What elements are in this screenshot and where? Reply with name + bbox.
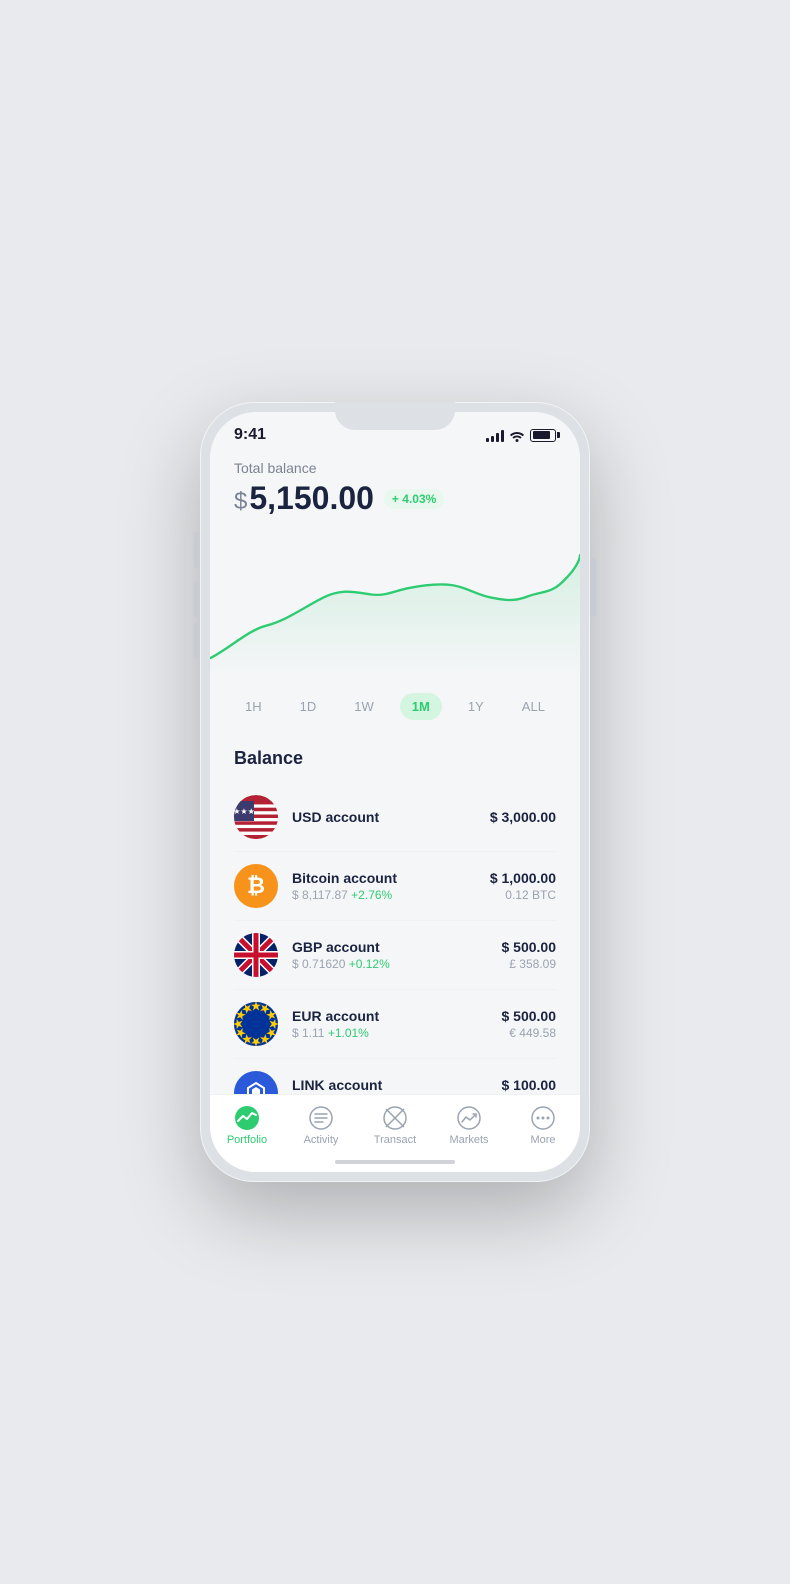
header-section: Total balance $5,150.00 + 4.03% xyxy=(210,450,580,517)
nav-more[interactable]: More xyxy=(513,1105,573,1146)
battery-icon xyxy=(530,429,556,442)
account-item-usd[interactable]: ★★★ USD account $ 3,000.00 xyxy=(234,783,556,852)
balance-amount: $5,150.00 xyxy=(234,480,374,517)
filter-1d[interactable]: 1D xyxy=(288,693,329,720)
eur-account-usd-value: $ 500.00 xyxy=(502,1008,557,1024)
price-chart xyxy=(210,517,580,677)
more-icon xyxy=(530,1105,556,1131)
gbp-account-native: £ 358.09 xyxy=(502,957,557,971)
time-filters: 1H 1D 1W 1M 1Y ALL xyxy=(210,681,580,732)
gbp-account-balance: $ 500.00 £ 358.09 xyxy=(502,939,557,971)
nav-markets[interactable]: Markets xyxy=(439,1105,499,1146)
btc-account-native: 0.12 BTC xyxy=(490,888,556,902)
usd-account-name: USD account xyxy=(292,809,490,825)
total-balance-label: Total balance xyxy=(234,460,556,476)
transact-nav-label: Transact xyxy=(374,1134,416,1146)
bottom-nav: Portfolio Activity xyxy=(210,1094,580,1152)
link-account-name: LINK account xyxy=(292,1077,496,1093)
status-time: 9:41 xyxy=(234,426,266,444)
btc-account-info: Bitcoin account $ 8,117.87 +2.76% xyxy=(292,870,490,902)
eur-icon xyxy=(234,1002,278,1046)
main-scroll[interactable]: Total balance $5,150.00 + 4.03% xyxy=(210,450,580,1094)
link-account-balance: $ 100.00 37.03 LINK xyxy=(496,1077,556,1094)
account-item-eur[interactable]: EUR account $ 1.11 +1.01% $ 500.00 € 449… xyxy=(234,990,556,1059)
status-icons xyxy=(486,428,556,442)
eur-account-info: EUR account $ 1.11 +1.01% xyxy=(292,1008,502,1040)
btc-account-usd-value: $ 1,000.00 xyxy=(490,870,556,886)
nav-transact[interactable]: Transact xyxy=(365,1105,425,1146)
phone-frame: 9:41 xyxy=(200,402,590,1182)
markets-nav-label: Markets xyxy=(449,1134,488,1146)
svg-text:★★★: ★★★ xyxy=(234,807,255,816)
gbp-account-usd-value: $ 500.00 xyxy=(502,939,557,955)
activity-nav-label: Activity xyxy=(304,1134,339,1146)
filter-1w[interactable]: 1W xyxy=(342,693,386,720)
nav-portfolio[interactable]: Portfolio xyxy=(217,1105,277,1146)
nav-activity[interactable]: Activity xyxy=(291,1105,351,1146)
gbp-flag-icon xyxy=(234,933,278,977)
eur-account-balance: $ 500.00 € 449.58 xyxy=(502,1008,557,1040)
usd-account-info: USD account xyxy=(292,809,490,825)
btc-account-balance: $ 1,000.00 0.12 BTC xyxy=(490,870,556,902)
btc-account-name: Bitcoin account xyxy=(292,870,490,886)
notch xyxy=(335,402,455,430)
gbp-account-info: GBP account $ 0.71620 +0.12% xyxy=(292,939,502,971)
btc-account-sub: $ 8,117.87 +2.76% xyxy=(292,888,490,902)
gbp-account-sub: $ 0.71620 +0.12% xyxy=(292,957,502,971)
more-nav-label: More xyxy=(530,1134,555,1146)
filter-1m[interactable]: 1M xyxy=(400,693,442,720)
usd-account-usd-value: $ 3,000.00 xyxy=(490,809,556,825)
activity-icon xyxy=(308,1105,334,1131)
signal-icon xyxy=(486,428,504,442)
wifi-icon xyxy=(509,428,525,442)
change-badge: + 4.03% xyxy=(384,489,444,509)
portfolio-nav-label: Portfolio xyxy=(227,1134,267,1146)
home-indicator xyxy=(210,1152,580,1172)
link-icon xyxy=(234,1071,278,1094)
markets-icon xyxy=(456,1105,482,1131)
link-account-usd-value: $ 100.00 xyxy=(496,1077,556,1093)
gbp-account-name: GBP account xyxy=(292,939,502,955)
transact-icon xyxy=(382,1105,408,1131)
portfolio-icon xyxy=(234,1105,260,1131)
balance-section: Balance xyxy=(210,732,580,1094)
phone-screen: 9:41 xyxy=(210,412,580,1172)
filter-1h[interactable]: 1H xyxy=(233,693,274,720)
account-item-btc[interactable]: ₿ Bitcoin account $ 8,117.87 +2.76% $ 1,… xyxy=(234,852,556,921)
account-item-gbp[interactable]: GBP account $ 0.71620 +0.12% $ 500.00 £ … xyxy=(234,921,556,990)
link-account-info: LINK account $ 2.70 -0.02% xyxy=(292,1077,496,1094)
btc-icon: ₿ xyxy=(234,864,278,908)
account-item-link[interactable]: LINK account $ 2.70 -0.02% $ 100.00 37.0… xyxy=(234,1059,556,1094)
balance-row: $5,150.00 + 4.03% xyxy=(234,480,556,517)
eur-account-sub: $ 1.11 +1.01% xyxy=(292,1026,502,1040)
balance-section-title: Balance xyxy=(234,748,556,769)
eur-account-name: EUR account xyxy=(292,1008,502,1024)
eur-account-native: € 449.58 xyxy=(502,1026,557,1040)
usd-flag-icon: ★★★ xyxy=(234,795,278,839)
filter-1y[interactable]: 1Y xyxy=(456,693,496,720)
usd-account-balance: $ 3,000.00 xyxy=(490,809,556,825)
filter-all[interactable]: ALL xyxy=(510,693,557,720)
